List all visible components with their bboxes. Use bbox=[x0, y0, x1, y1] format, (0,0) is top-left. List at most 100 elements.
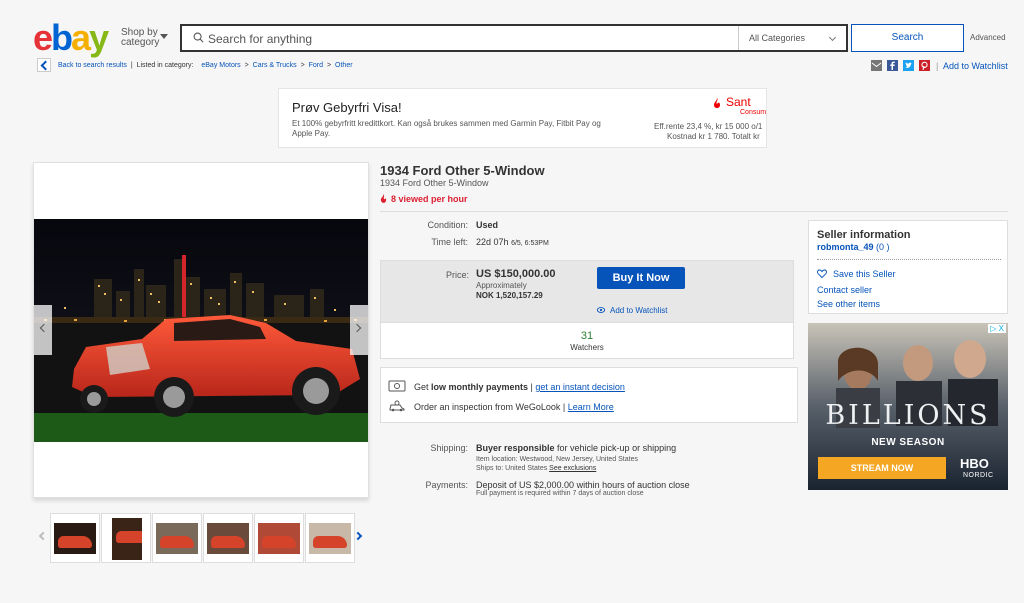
hbo-nordic-label: NORDIC bbox=[963, 472, 994, 479]
logo-letter-y: y bbox=[89, 17, 109, 58]
thumbnail[interactable] bbox=[305, 513, 355, 563]
search-input[interactable] bbox=[208, 30, 728, 48]
shipping-label: Shipping: bbox=[430, 443, 468, 453]
financing-box: Get low monthly payments | get an instan… bbox=[380, 367, 798, 423]
breadcrumb-separator: > bbox=[300, 62, 305, 69]
seller-feedback[interactable]: (0 ) bbox=[876, 242, 890, 252]
flame-icon bbox=[380, 194, 387, 203]
financing-row: Get low monthly payments | get an instan… bbox=[388, 380, 625, 392]
banner-ad-brand: Sant bbox=[726, 95, 751, 109]
share-icons bbox=[871, 60, 932, 72]
thumbnail[interactable] bbox=[50, 513, 100, 563]
breadcrumb: Back to search results | Listed in categ… bbox=[58, 62, 353, 69]
chevron-left-icon[interactable] bbox=[38, 531, 48, 541]
contact-seller-link[interactable]: Contact seller bbox=[817, 285, 872, 295]
search-button[interactable]: Search bbox=[851, 24, 964, 52]
save-seller-link[interactable]: Save this Seller bbox=[817, 269, 896, 279]
back-arrow-icon[interactable] bbox=[37, 58, 51, 72]
ships-to-text: Ships to: United States bbox=[476, 465, 550, 472]
breadcrumb-item-cars-trucks[interactable]: Cars & Trucks bbox=[253, 62, 297, 69]
billions-ad[interactable]: ▷ X BILLIONS NEW SEASON STREAM NOW HBO N… bbox=[808, 323, 1008, 490]
banner-ad-terms-line2: Kostnad kr 1 780. Totalt kr bbox=[667, 132, 760, 141]
email-icon[interactable] bbox=[871, 60, 882, 71]
ad-subtitle: NEW SEASON bbox=[871, 437, 945, 448]
watchers-box: 31 Watchers bbox=[380, 322, 794, 359]
watchers-label: Watchers bbox=[570, 343, 604, 352]
thumbnail[interactable] bbox=[152, 513, 202, 563]
see-other-items-link[interactable]: See other items bbox=[817, 299, 880, 309]
time-left-label: Time left: bbox=[431, 237, 468, 247]
category-select-value: All Categories bbox=[749, 33, 806, 43]
see-exclusions-link[interactable]: See exclusions bbox=[549, 465, 596, 472]
search-bar: All Categories bbox=[180, 24, 848, 52]
category-select[interactable]: All Categories bbox=[738, 26, 846, 50]
payments-line2: Full payment is required within 7 days o… bbox=[476, 490, 644, 497]
main-car-photo[interactable] bbox=[34, 219, 368, 442]
image-next-button[interactable] bbox=[350, 305, 368, 355]
facebook-icon[interactable] bbox=[887, 60, 899, 71]
money-icon bbox=[388, 380, 406, 392]
approx-label: Approximately bbox=[476, 281, 527, 290]
breadcrumb-item-ebay-motors[interactable]: eBay Motors bbox=[201, 62, 240, 69]
breadcrumb-separator: > bbox=[244, 62, 249, 69]
instant-decision-link[interactable]: get an instant decision bbox=[535, 382, 625, 392]
time-left-date: 6/5, 6:53PM bbox=[511, 240, 549, 247]
buy-it-now-button[interactable]: Buy It Now bbox=[597, 267, 685, 289]
seller-heading: Seller information bbox=[817, 229, 911, 241]
logo-letter-a: a bbox=[71, 17, 91, 58]
item-title: 1934 Ford Other 5-Window bbox=[380, 163, 545, 178]
thumbnail[interactable] bbox=[203, 513, 253, 563]
stream-now-button[interactable]: STREAM NOW bbox=[818, 457, 946, 479]
banner-ad[interactable]: Prøv Gebyrfri Visa! Et 100% gebyrfritt k… bbox=[278, 88, 767, 148]
inspection-row: Order an inspection from WeGoLook | Lear… bbox=[388, 400, 614, 412]
ad-choices-icon[interactable]: ▷ X bbox=[988, 324, 1006, 333]
image-prev-button[interactable] bbox=[34, 305, 52, 355]
santander-flame-icon bbox=[714, 98, 720, 108]
add-to-watchlist-link[interactable]: Add to Watchlist bbox=[597, 306, 668, 315]
ebay-logo[interactable]: ebay bbox=[33, 17, 109, 58]
breadcrumb-item-other[interactable]: Other bbox=[335, 62, 353, 69]
thumbnail[interactable] bbox=[101, 513, 151, 563]
divider bbox=[380, 211, 1008, 212]
approx-value: NOK 1,520,157.29 bbox=[476, 291, 543, 300]
item-subtitle: 1934 Ford Other 5-Window bbox=[380, 178, 489, 188]
add-to-watchlist-top-link[interactable]: Add to Watchlist bbox=[936, 61, 1008, 71]
pinterest-icon[interactable] bbox=[919, 60, 931, 71]
learn-more-link[interactable]: Learn More bbox=[568, 402, 614, 412]
breadcrumb-separator: | bbox=[130, 62, 133, 69]
shipping-rest: for vehicle pick-up or shipping bbox=[554, 443, 677, 453]
viewed-per-hour: 8 viewed per hour bbox=[380, 194, 468, 204]
caret-down-icon bbox=[160, 34, 168, 39]
watchers-count: 31 bbox=[580, 330, 594, 342]
listed-in-label: Listed in category: bbox=[136, 62, 194, 69]
shop-by-category[interactable]: Shop by category bbox=[121, 28, 168, 48]
eye-icon bbox=[597, 307, 605, 313]
viewed-text: 8 viewed per hour bbox=[391, 194, 468, 204]
shipping-value: Buyer responsible for vehicle pick-up or… bbox=[476, 443, 676, 453]
seller-name-link[interactable]: robmonta_49 bbox=[817, 242, 874, 252]
seller-info-box: Seller information robmonta_49 (0 ) Save… bbox=[808, 220, 1008, 314]
thumbnail[interactable] bbox=[254, 513, 304, 563]
breadcrumb-separator: > bbox=[326, 62, 332, 69]
financing-bold: low monthly payments bbox=[431, 382, 529, 392]
time-left-duration: 22d 07h bbox=[476, 237, 509, 247]
breadcrumb-item-ford[interactable]: Ford bbox=[309, 62, 323, 69]
banner-ad-title: Prøv Gebyrfri Visa! bbox=[292, 100, 402, 115]
ships-to: Ships to: United States See exclusions bbox=[476, 465, 596, 472]
twitter-icon[interactable] bbox=[903, 60, 915, 71]
search-icon bbox=[193, 32, 204, 43]
time-left-value: 22d 07h 6/5, 6:53PM bbox=[476, 237, 549, 247]
inspection-sep: | bbox=[560, 402, 568, 412]
condition-label: Condition: bbox=[427, 220, 468, 230]
main-image-panel bbox=[33, 162, 369, 498]
back-to-search-link[interactable]: Back to search results bbox=[58, 62, 127, 69]
banner-ad-brand-sub: Consum bbox=[740, 109, 767, 116]
chevron-right-icon[interactable] bbox=[353, 531, 363, 541]
logo-letter-b: b bbox=[51, 17, 73, 58]
car-inspection-icon bbox=[389, 400, 405, 412]
advanced-search-link[interactable]: Advanced bbox=[970, 33, 1006, 42]
item-location: Item location: Westwood, New Jersey, Uni… bbox=[476, 456, 638, 463]
ad-title: BILLIONS bbox=[825, 400, 991, 431]
heart-icon bbox=[817, 269, 827, 278]
price-value: US $150,000.00 bbox=[476, 268, 556, 280]
